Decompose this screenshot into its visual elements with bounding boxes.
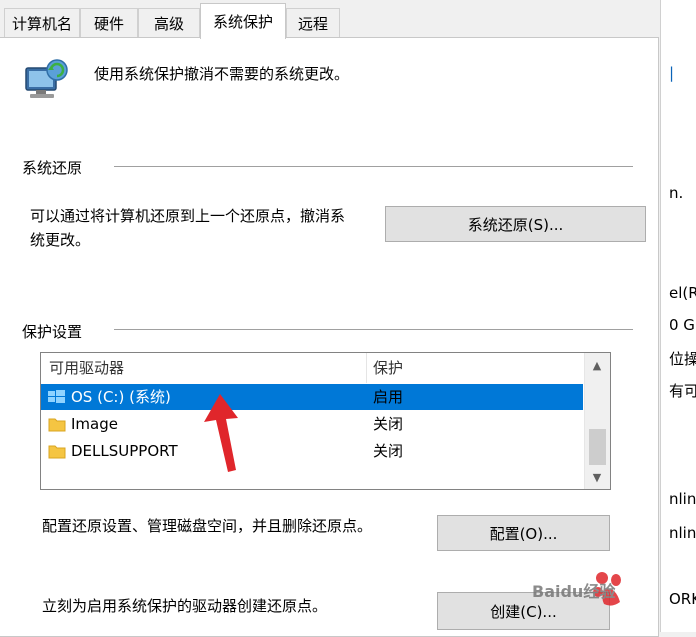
background-text-fragment: 0 G xyxy=(669,316,695,334)
folder-icon xyxy=(48,445,66,459)
header-description: 使用系统保护撤消不需要的系统更改。 xyxy=(94,65,350,83)
drive-protection-status: 关闭 xyxy=(373,442,404,460)
watermark-text: Baidu经验 xyxy=(532,582,616,601)
background-text-fragment: nlin xyxy=(669,490,696,508)
folder-icon xyxy=(48,418,66,432)
column-header-drive[interactable]: 可用驱动器 xyxy=(49,353,124,383)
list-scrollbar[interactable]: ▲ ▼ xyxy=(584,353,610,489)
protection-section-title: 保护设置 xyxy=(22,323,83,341)
configure-button[interactable]: 配置(O)... xyxy=(437,515,610,551)
background-text-fragment: 有可 xyxy=(669,382,696,400)
drive-protection-status: 关闭 xyxy=(373,415,404,433)
background-text-fragment: n. xyxy=(669,184,684,202)
create-description: 立刻为启用系统保护的驱动器创建还原点。 xyxy=(42,597,328,615)
tab-remote[interactable]: 远程 xyxy=(286,8,340,38)
system-restore-button[interactable]: 系统还原(S)... xyxy=(385,206,646,242)
drive-name: OS (C:) (系统) xyxy=(71,388,171,406)
restore-divider xyxy=(114,166,633,167)
column-separator xyxy=(366,353,367,383)
drive-row-dellsupport[interactable]: DELLSUPPORT 关闭 xyxy=(41,438,583,464)
system-protection-icon xyxy=(25,59,68,98)
baidu-watermark: Baidu经验 xyxy=(532,568,660,628)
drive-protection-status: 启用 xyxy=(373,388,404,406)
drive-name: DELLSUPPORT xyxy=(71,442,178,460)
scroll-up-icon[interactable]: ▲ xyxy=(590,359,604,373)
restore-section-title: 系统还原 xyxy=(22,159,83,177)
tab-system-protection[interactable]: 系统保护 xyxy=(200,3,286,39)
annotation-arrow-icon xyxy=(204,394,238,472)
drives-list[interactable]: 可用驱动器 保护 OS (C:) (系统) 启用 Image 关闭 DELLSU… xyxy=(40,352,611,490)
background-text-fragment: ORK xyxy=(669,590,696,608)
protection-divider xyxy=(114,329,633,330)
background-text-fragment: | xyxy=(669,64,675,82)
tab-strip: 计算机名 硬件 高级 系统保护 远程 xyxy=(0,0,660,39)
column-header-protection[interactable]: 保护 xyxy=(373,353,403,383)
tab-computer-name[interactable]: 计算机名 xyxy=(4,8,80,38)
restore-description-line2: 统更改。 xyxy=(30,231,91,249)
tab-hardware[interactable]: 硬件 xyxy=(80,8,138,38)
scroll-down-icon[interactable]: ▼ xyxy=(590,471,604,485)
drive-name: Image xyxy=(71,415,118,433)
drive-row-os[interactable]: OS (C:) (系统) 启用 xyxy=(41,384,583,410)
system-drive-icon xyxy=(48,390,65,403)
restore-description-line1: 可以通过将计算机还原到上一个还原点，撤消系 xyxy=(30,207,346,225)
scroll-thumb[interactable] xyxy=(589,429,606,465)
tab-advanced[interactable]: 高级 xyxy=(138,8,200,38)
background-text-fragment: nlin xyxy=(669,524,696,542)
background-window-strip: | n. el(R 0 G 位操 有可 nlin nlin ORK xyxy=(660,0,696,632)
config-description: 配置还原设置、管理磁盘空间，并且删除还原点。 xyxy=(42,517,373,535)
drive-row-image[interactable]: Image 关闭 xyxy=(41,411,583,437)
background-text-fragment: 位操 xyxy=(669,350,696,368)
background-text-fragment: el(R xyxy=(669,284,696,302)
